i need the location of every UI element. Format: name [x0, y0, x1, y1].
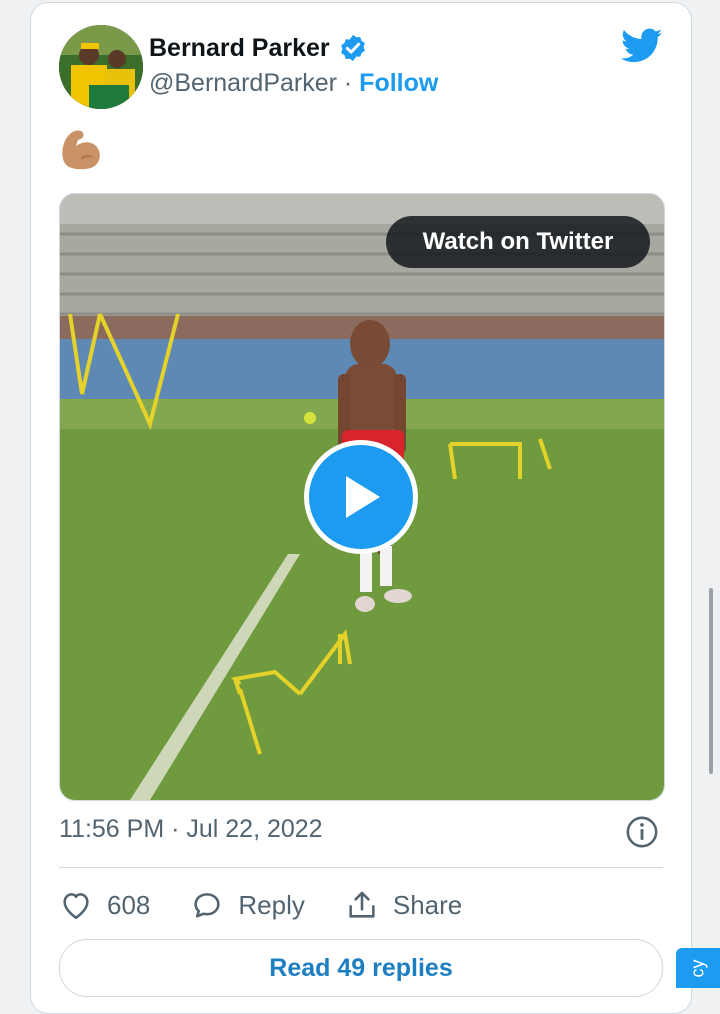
reply-label: Reply	[238, 889, 305, 920]
scrollbar[interactable]	[709, 588, 713, 774]
share-button[interactable]: Share	[345, 888, 462, 922]
author-name[interactable]: Bernard Parker	[149, 34, 330, 63]
info-icon[interactable]	[625, 815, 659, 849]
twitter-bird-icon[interactable]	[621, 27, 663, 65]
author-handle[interactable]: @BernardParker	[149, 69, 337, 97]
flexed-biceps-emoji	[62, 130, 100, 170]
follow-button[interactable]: Follow	[359, 69, 438, 97]
video-player[interactable]: Watch on Twitter	[59, 193, 665, 801]
verified-badge-icon	[340, 34, 365, 62]
watch-on-twitter-button[interactable]: Watch on Twitter	[386, 216, 650, 268]
separator: ·	[336, 69, 360, 97]
like-count: 608	[107, 889, 151, 920]
heart-icon	[63, 893, 89, 920]
play-button[interactable]	[304, 440, 418, 554]
share-icon	[349, 891, 375, 918]
tweet-actions: 608 Reply Share	[59, 885, 502, 925]
author-name-row: Bernard Parker	[149, 33, 368, 63]
side-tab-label: cy	[687, 959, 708, 977]
side-tab[interactable]: cy	[676, 948, 720, 988]
handle-row: @BernardParker · Follow	[149, 69, 438, 98]
read-replies-button[interactable]: Read 49 replies	[59, 939, 663, 997]
share-label: Share	[392, 889, 463, 920]
tweet-timestamp[interactable]: 11:56 PM · Jul 22, 2022	[59, 815, 323, 844]
divider	[59, 867, 663, 868]
reply-bubble-icon	[194, 893, 220, 918]
avatar[interactable]	[59, 25, 143, 109]
tweet-card: Bernard Parker @BernardParker · Follow W…	[30, 2, 692, 1014]
play-icon	[346, 476, 380, 518]
reply-button[interactable]: Reply	[190, 888, 305, 922]
like-button[interactable]: 608	[59, 888, 150, 922]
